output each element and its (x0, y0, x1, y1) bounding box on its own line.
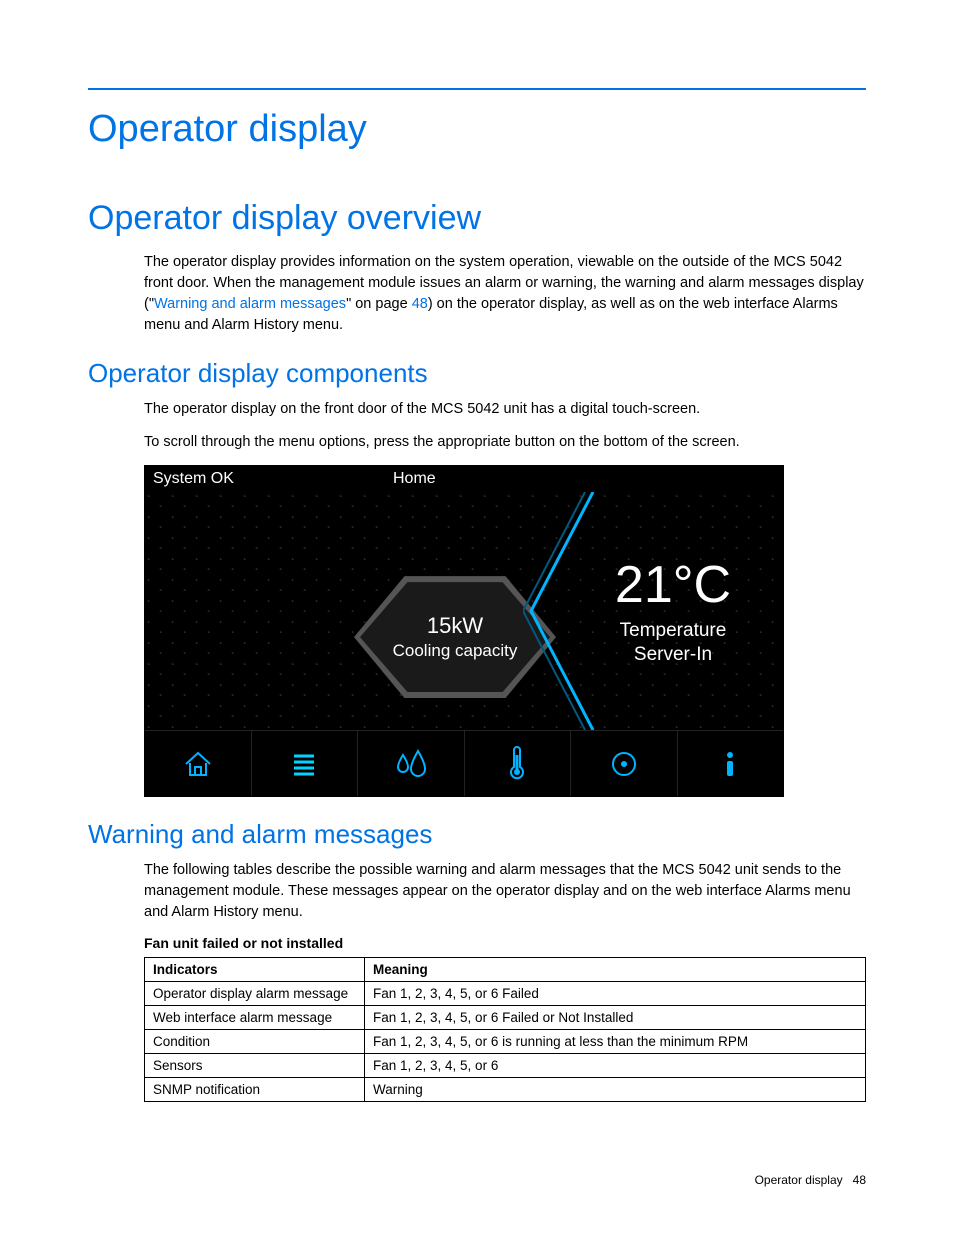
table-row: Web interface alarm message Fan 1, 2, 3,… (145, 1006, 866, 1030)
footer-section: Operator display (755, 1173, 843, 1187)
nav-temperature-button[interactable] (465, 731, 572, 796)
table-row: Sensors Fan 1, 2, 3, 4, 5, or 6 (145, 1054, 866, 1078)
footer-page: 48 (853, 1173, 866, 1187)
cooling-capacity-label: Cooling capacity (393, 641, 518, 661)
cooling-capacity-value: 15kW (427, 613, 483, 639)
nav-target-button[interactable] (571, 731, 678, 796)
cell-indicator: Operator display alarm message (145, 982, 365, 1006)
home-icon (181, 747, 215, 781)
temperature-value: 21°C (615, 555, 731, 615)
table-header-row: Indicators Meaning (145, 958, 866, 982)
th-indicators: Indicators (145, 958, 365, 982)
link-page-48[interactable]: 48 (412, 296, 428, 312)
nav-info-button[interactable] (678, 731, 784, 796)
nav-humidity-button[interactable] (358, 731, 465, 796)
warning-p1: The following tables describe the possib… (144, 860, 866, 923)
operator-display-figure: System OK Home 15kW Cooling capacity 21°… (144, 465, 784, 797)
cell-meaning: Fan 1, 2, 3, 4, 5, or 6 Failed (365, 982, 866, 1006)
cell-meaning: Fan 1, 2, 3, 4, 5, or 6 (365, 1054, 866, 1078)
info-icon (713, 747, 747, 781)
chapter-title: Operator display (88, 108, 866, 151)
temperature-label-line1: Temperature (620, 620, 727, 641)
cell-meaning: Fan 1, 2, 3, 4, 5, or 6 Failed or Not In… (365, 1006, 866, 1030)
nav-home-button[interactable] (145, 731, 252, 796)
touchscreen-main: 15kW Cooling capacity 21°C Temperature S… (145, 492, 783, 730)
nav-menu-button[interactable] (252, 731, 359, 796)
components-p1: The operator display on the front door o… (144, 399, 866, 420)
components-p2: To scroll through the menu options, pres… (144, 432, 866, 453)
cell-meaning: Warning (365, 1078, 866, 1102)
cell-meaning: Fan 1, 2, 3, 4, 5, or 6 is running at le… (365, 1030, 866, 1054)
cell-indicator: SNMP notification (145, 1078, 365, 1102)
cell-indicator: Condition (145, 1030, 365, 1054)
target-icon (607, 747, 641, 781)
temperature-label-line2: Server-In (634, 644, 712, 665)
table-caption-fan: Fan unit failed or not installed (144, 935, 866, 951)
section-title-overview: Operator display overview (88, 199, 866, 238)
cell-indicator: Sensors (145, 1054, 365, 1078)
table-row: SNMP notification Warning (145, 1078, 866, 1102)
menu-icon (287, 747, 321, 781)
overview-paragraph: The operator display provides informatio… (144, 252, 866, 336)
temperature-label: Temperature Server-In (620, 619, 727, 667)
system-status-label: System OK (153, 470, 353, 488)
temperature-panel[interactable]: 21°C Temperature Server-In (563, 492, 783, 730)
subsection-title-warning: Warning and alarm messages (88, 819, 866, 850)
table-row: Condition Fan 1, 2, 3, 4, 5, or 6 is run… (145, 1030, 866, 1054)
link-warning-alarm[interactable]: Warning and alarm messages (154, 296, 346, 312)
screen-name-label: Home (353, 470, 775, 488)
touchscreen-nav (145, 730, 783, 796)
subsection-title-components: Operator display components (88, 358, 866, 389)
th-meaning: Meaning (365, 958, 866, 982)
alarm-table-fan: Indicators Meaning Operator display alar… (144, 957, 866, 1102)
touchscreen-topbar: System OK Home (145, 466, 783, 492)
page-footer: Operator display 48 (755, 1173, 866, 1187)
overview-text-b: " on page (346, 296, 412, 312)
table-row: Operator display alarm message Fan 1, 2,… (145, 982, 866, 1006)
top-rule (88, 88, 866, 90)
thermometer-icon (500, 745, 534, 783)
humidity-icon (391, 747, 431, 781)
cell-indicator: Web interface alarm message (145, 1006, 365, 1030)
